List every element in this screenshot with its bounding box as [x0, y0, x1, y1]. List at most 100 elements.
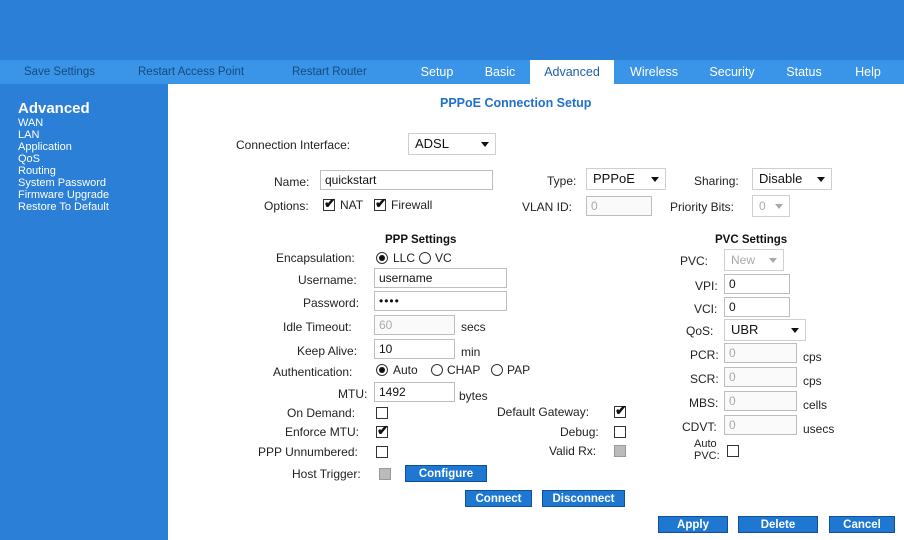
tab-security[interactable]: Security: [694, 60, 770, 84]
tab-advanced[interactable]: Advanced: [530, 60, 614, 84]
vpi-input[interactable]: 0: [724, 274, 790, 294]
mbs-input[interactable]: 0: [724, 391, 797, 411]
auth-chap-radio[interactable]: [431, 364, 443, 376]
nav-bar: Save Settings Restart Access Point Resta…: [0, 60, 904, 84]
on-demand-checkbox[interactable]: [376, 407, 388, 419]
cdvt-label: CDVT:: [682, 420, 717, 434]
chevron-down-icon: [817, 177, 825, 182]
pvc-value: New: [731, 253, 756, 267]
sharing-select[interactable]: Disable: [752, 168, 832, 190]
cdvt-unit: usecs: [803, 422, 835, 436]
scr-label: SCR:: [690, 372, 719, 386]
sidebar-item-qos[interactable]: QoS: [18, 153, 40, 165]
delete-button[interactable]: Delete: [738, 516, 818, 533]
save-settings-link[interactable]: Save Settings: [24, 60, 95, 84]
vlan-id-label: VLAN ID:: [522, 200, 573, 214]
qos-label: QoS:: [686, 324, 714, 338]
keep-alive-unit: min: [461, 345, 481, 359]
sharing-label: Sharing:: [694, 174, 739, 188]
tab-wireless[interactable]: Wireless: [616, 60, 692, 84]
nat-checkbox[interactable]: [323, 195, 336, 212]
llc-label: LLC: [393, 251, 416, 265]
cdvt-input[interactable]: 0: [724, 415, 797, 435]
firewall-checkbox[interactable]: [374, 195, 387, 212]
auth-pap-label: PAP: [507, 363, 531, 377]
scr-input[interactable]: 0: [724, 367, 797, 387]
sidebar-title: Advanced: [18, 100, 90, 117]
qos-select[interactable]: UBR: [724, 319, 806, 341]
auth-pap-radio[interactable]: [491, 364, 503, 376]
apply-button[interactable]: Apply: [658, 516, 728, 533]
default-gateway-checkbox[interactable]: [614, 402, 627, 419]
connection-interface-select[interactable]: ADSL: [408, 133, 496, 155]
enforce-mtu-checkbox[interactable]: [376, 422, 389, 439]
mtu-unit: bytes: [459, 389, 488, 403]
chevron-down-icon: [481, 142, 489, 147]
vc-radio[interactable]: [419, 252, 431, 264]
mbs-unit: cells: [803, 398, 828, 412]
top-banner: [0, 0, 904, 60]
configure-button[interactable]: Configure: [405, 465, 487, 482]
debug-label: Debug:: [560, 425, 599, 439]
sidebar-item-system-password[interactable]: System Password: [18, 177, 106, 189]
sidebar-item-application[interactable]: Application: [18, 141, 72, 153]
tab-basic[interactable]: Basic: [472, 60, 528, 84]
mtu-label: MTU:: [338, 387, 368, 401]
type-value: PPPoE: [593, 171, 635, 186]
mtu-input[interactable]: 1492: [374, 382, 455, 402]
host-trigger-label: Host Trigger:: [292, 467, 361, 481]
keep-alive-input[interactable]: 10: [374, 339, 455, 359]
restart-access-point-link[interactable]: Restart Access Point: [138, 60, 244, 84]
sidebar-item-firmware-upgrade[interactable]: Firmware Upgrade: [18, 189, 109, 201]
pcr-input[interactable]: 0: [724, 343, 797, 363]
vci-label: VCI:: [694, 302, 718, 316]
keep-alive-label: Keep Alive:: [297, 344, 358, 358]
name-input[interactable]: quickstart: [320, 170, 493, 190]
password-input[interactable]: ••••: [374, 291, 507, 311]
qos-value: UBR: [731, 322, 759, 337]
disconnect-button[interactable]: Disconnect: [542, 490, 625, 507]
vc-label: VC: [435, 251, 452, 265]
vci-input[interactable]: 0: [724, 297, 790, 317]
ppp-unnumbered-label: PPP Unnumbered:: [258, 445, 358, 459]
chevron-down-icon: [651, 177, 659, 182]
pvc-select[interactable]: New: [724, 249, 784, 271]
tab-setup[interactable]: Setup: [404, 60, 470, 84]
auto-pvc-label-line2: PVC:: [694, 450, 720, 462]
debug-checkbox[interactable]: [614, 426, 626, 438]
authentication-label: Authentication:: [273, 365, 353, 379]
vlan-id-input[interactable]: 0: [586, 196, 652, 216]
host-trigger-checkbox[interactable]: [379, 468, 391, 480]
username-label: Username:: [298, 273, 357, 287]
auto-pvc-label-line1: Auto: [694, 438, 717, 450]
auth-auto-radio[interactable]: [376, 364, 388, 376]
auto-pvc-checkbox[interactable]: [727, 445, 739, 457]
sidebar-item-routing[interactable]: Routing: [18, 165, 56, 177]
cancel-button[interactable]: Cancel: [829, 516, 895, 533]
idle-timeout-input[interactable]: 60: [374, 315, 455, 335]
llc-radio[interactable]: [376, 252, 388, 264]
auth-chap-label: CHAP: [447, 363, 481, 377]
chevron-down-icon: [775, 204, 783, 209]
type-label: Type:: [547, 174, 577, 188]
username-input[interactable]: username: [374, 268, 507, 288]
page-title: PPPoE Connection Setup: [440, 96, 592, 110]
restart-router-link[interactable]: Restart Router: [292, 60, 367, 84]
connect-button[interactable]: Connect: [465, 490, 532, 507]
valid-rx-checkbox[interactable]: [614, 445, 626, 457]
on-demand-label: On Demand:: [287, 406, 356, 420]
options-label: Options:: [264, 199, 309, 213]
tab-status[interactable]: Status: [772, 60, 836, 84]
vpi-label: VPI:: [695, 279, 718, 293]
sidebar-item-lan[interactable]: LAN: [18, 129, 39, 141]
ppp-unnumbered-checkbox[interactable]: [376, 446, 388, 458]
priority-bits-select[interactable]: 0: [752, 195, 790, 217]
scr-unit: cps: [803, 374, 822, 388]
encapsulation-label: Encapsulation:: [276, 251, 355, 265]
sidebar-item-wan[interactable]: WAN: [18, 117, 43, 129]
mbs-label: MBS:: [689, 396, 719, 410]
tab-help[interactable]: Help: [838, 60, 898, 84]
type-select[interactable]: PPPoE: [586, 168, 666, 190]
sidebar-item-restore-default[interactable]: Restore To Default: [18, 201, 109, 213]
auth-auto-label: Auto: [393, 363, 418, 377]
